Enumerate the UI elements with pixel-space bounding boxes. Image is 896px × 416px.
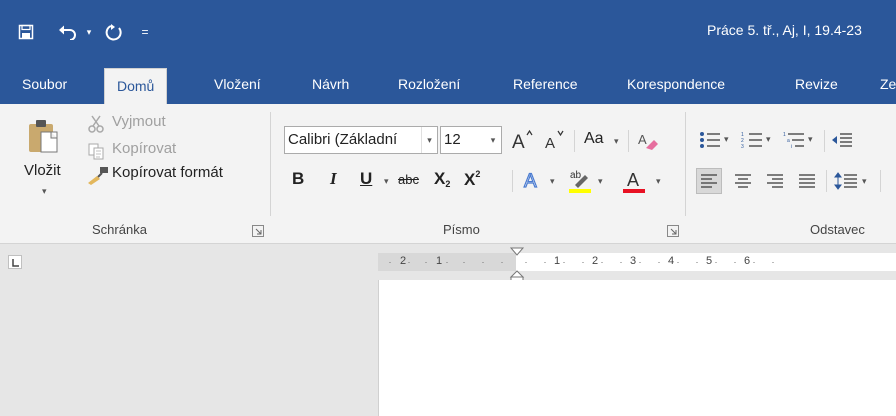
subscript-label: X [434, 169, 446, 188]
change-case-dropdown-icon[interactable]: ▾ [614, 136, 619, 147]
change-case-button[interactable]: Aa [584, 130, 604, 148]
document-title: Práce 5. tř., Aj, I, 19.4-23 [707, 22, 862, 38]
superscript-label: X [464, 170, 476, 189]
font-group-label: Písmo [443, 222, 480, 237]
separator [824, 130, 825, 152]
shrink-font-icon[interactable]: A [542, 126, 566, 154]
separator [574, 130, 575, 152]
superscript-button[interactable]: X2 [464, 169, 480, 190]
horizontal-ruler[interactable]: 2 1 1 2 3 4 5 6 [378, 253, 896, 271]
separator [628, 130, 629, 152]
undo-dropdown-icon[interactable]: ▾ [82, 18, 96, 46]
font-name-dropdown-icon[interactable]: ▾ [421, 127, 437, 153]
svg-text:A: A [545, 135, 555, 151]
tab-layout[interactable]: Rozložení [398, 64, 460, 104]
format-painter-button[interactable]: Kopírovat formát [112, 164, 223, 181]
grow-font-icon[interactable]: A [510, 126, 534, 154]
font-color-dropdown-icon[interactable]: ▾ [656, 176, 661, 187]
ruler-ticks [389, 262, 774, 263]
tab-references[interactable]: Reference [513, 64, 578, 104]
indent-markers-icon[interactable] [509, 247, 525, 281]
paste-icon[interactable] [26, 118, 62, 154]
multilevel-list-icon[interactable]: 1ai [782, 130, 806, 150]
tab-design[interactable]: Návrh [312, 64, 349, 104]
line-spacing-dropdown-icon[interactable]: ▾ [862, 176, 867, 187]
underline-dropdown-icon[interactable]: ▾ [384, 176, 389, 187]
group-separator [685, 112, 686, 216]
font-size-value: 12 [444, 131, 461, 148]
cut-icon [86, 114, 106, 134]
tab-selector-icon[interactable] [8, 255, 22, 269]
redo-icon[interactable] [100, 18, 128, 46]
font-color-icon[interactable]: A [620, 166, 648, 194]
tab-home[interactable]: Domů [104, 68, 168, 104]
decrease-indent-icon[interactable] [830, 130, 854, 150]
svg-text:i: i [791, 144, 792, 149]
ruler-bar: 2 1 1 2 3 4 5 6 [0, 245, 896, 281]
tab-view[interactable]: Ze [880, 64, 896, 104]
svg-text:1: 1 [783, 132, 786, 138]
group-separator [270, 112, 271, 216]
svg-text:A: A [512, 132, 525, 151]
document-area [0, 280, 896, 416]
subscript-button[interactable]: X2 [434, 169, 450, 189]
title-bar: ▾ = Práce 5. tř., Aj, I, 19.4-23 [0, 0, 896, 64]
underline-button[interactable]: U [360, 169, 372, 189]
strikethrough-button[interactable]: abc [398, 172, 419, 187]
tab-file[interactable]: Soubor [22, 64, 67, 104]
font-name-combobox[interactable]: Calibri (Základní ▾ [284, 126, 438, 154]
bold-button[interactable]: B [292, 169, 304, 189]
customize-qat-icon[interactable]: = [138, 18, 152, 46]
align-center-icon[interactable] [730, 168, 756, 194]
svg-text:3: 3 [741, 144, 744, 149]
multilevel-list-dropdown-icon[interactable]: ▾ [808, 134, 813, 145]
separator [512, 170, 513, 192]
tab-mailings[interactable]: Korespondence [627, 64, 725, 104]
paste-dropdown-icon[interactable]: ▾ [42, 186, 47, 197]
numbering-dropdown-icon[interactable]: ▾ [766, 134, 771, 145]
copy-icon [86, 141, 106, 161]
font-dialog-launcher-icon[interactable] [667, 224, 679, 237]
highlight-dropdown-icon[interactable]: ▾ [598, 176, 603, 187]
clipboard-dialog-launcher-icon[interactable] [252, 224, 264, 237]
align-right-icon[interactable] [762, 168, 788, 194]
line-spacing-icon[interactable] [832, 168, 860, 194]
bullets-dropdown-icon[interactable]: ▾ [724, 134, 729, 145]
highlight-icon[interactable]: ab [566, 166, 594, 194]
svg-text:A: A [627, 170, 639, 190]
font-size-combobox[interactable]: 12 ▾ [440, 126, 502, 154]
quick-access-toolbar: ▾ = [12, 18, 152, 46]
text-effects-icon[interactable]: A [520, 166, 546, 192]
tab-review[interactable]: Revize [795, 64, 838, 104]
document-page[interactable] [378, 280, 896, 416]
font-name-value: Calibri (Základní [288, 131, 398, 148]
paragraph-group-label: Odstavec [810, 222, 865, 237]
svg-text:ab: ab [570, 170, 582, 181]
ribbon: Vložit ▾ Vyjmout Kopírovat Kopírovat for… [0, 104, 896, 244]
font-size-dropdown-icon[interactable]: ▾ [485, 127, 501, 153]
cut-button[interactable]: Vyjmout [112, 113, 166, 130]
clear-formatting-icon[interactable]: A [634, 128, 662, 154]
paste-button[interactable]: Vložit [24, 162, 61, 179]
copy-button[interactable]: Kopírovat [112, 140, 176, 157]
separator [826, 170, 827, 192]
undo-icon[interactable] [54, 18, 82, 46]
clipboard-group-label: Schránka [92, 222, 147, 237]
svg-text:a: a [787, 138, 790, 144]
text-effects-dropdown-icon[interactable]: ▾ [550, 176, 555, 187]
tab-insert[interactable]: Vložení [214, 64, 261, 104]
italic-button[interactable]: I [330, 169, 337, 189]
svg-text:A: A [638, 132, 647, 147]
justify-icon[interactable] [794, 168, 820, 194]
ribbon-tabs: Soubor Domů Vložení Návrh Rozložení Refe… [0, 64, 896, 104]
align-left-icon[interactable] [696, 168, 722, 194]
separator [880, 170, 881, 192]
save-icon[interactable] [12, 18, 40, 46]
format-painter-icon [86, 164, 110, 186]
bullets-icon[interactable] [698, 130, 722, 150]
numbering-icon[interactable]: 123 [740, 130, 764, 150]
svg-text:A: A [524, 171, 537, 190]
